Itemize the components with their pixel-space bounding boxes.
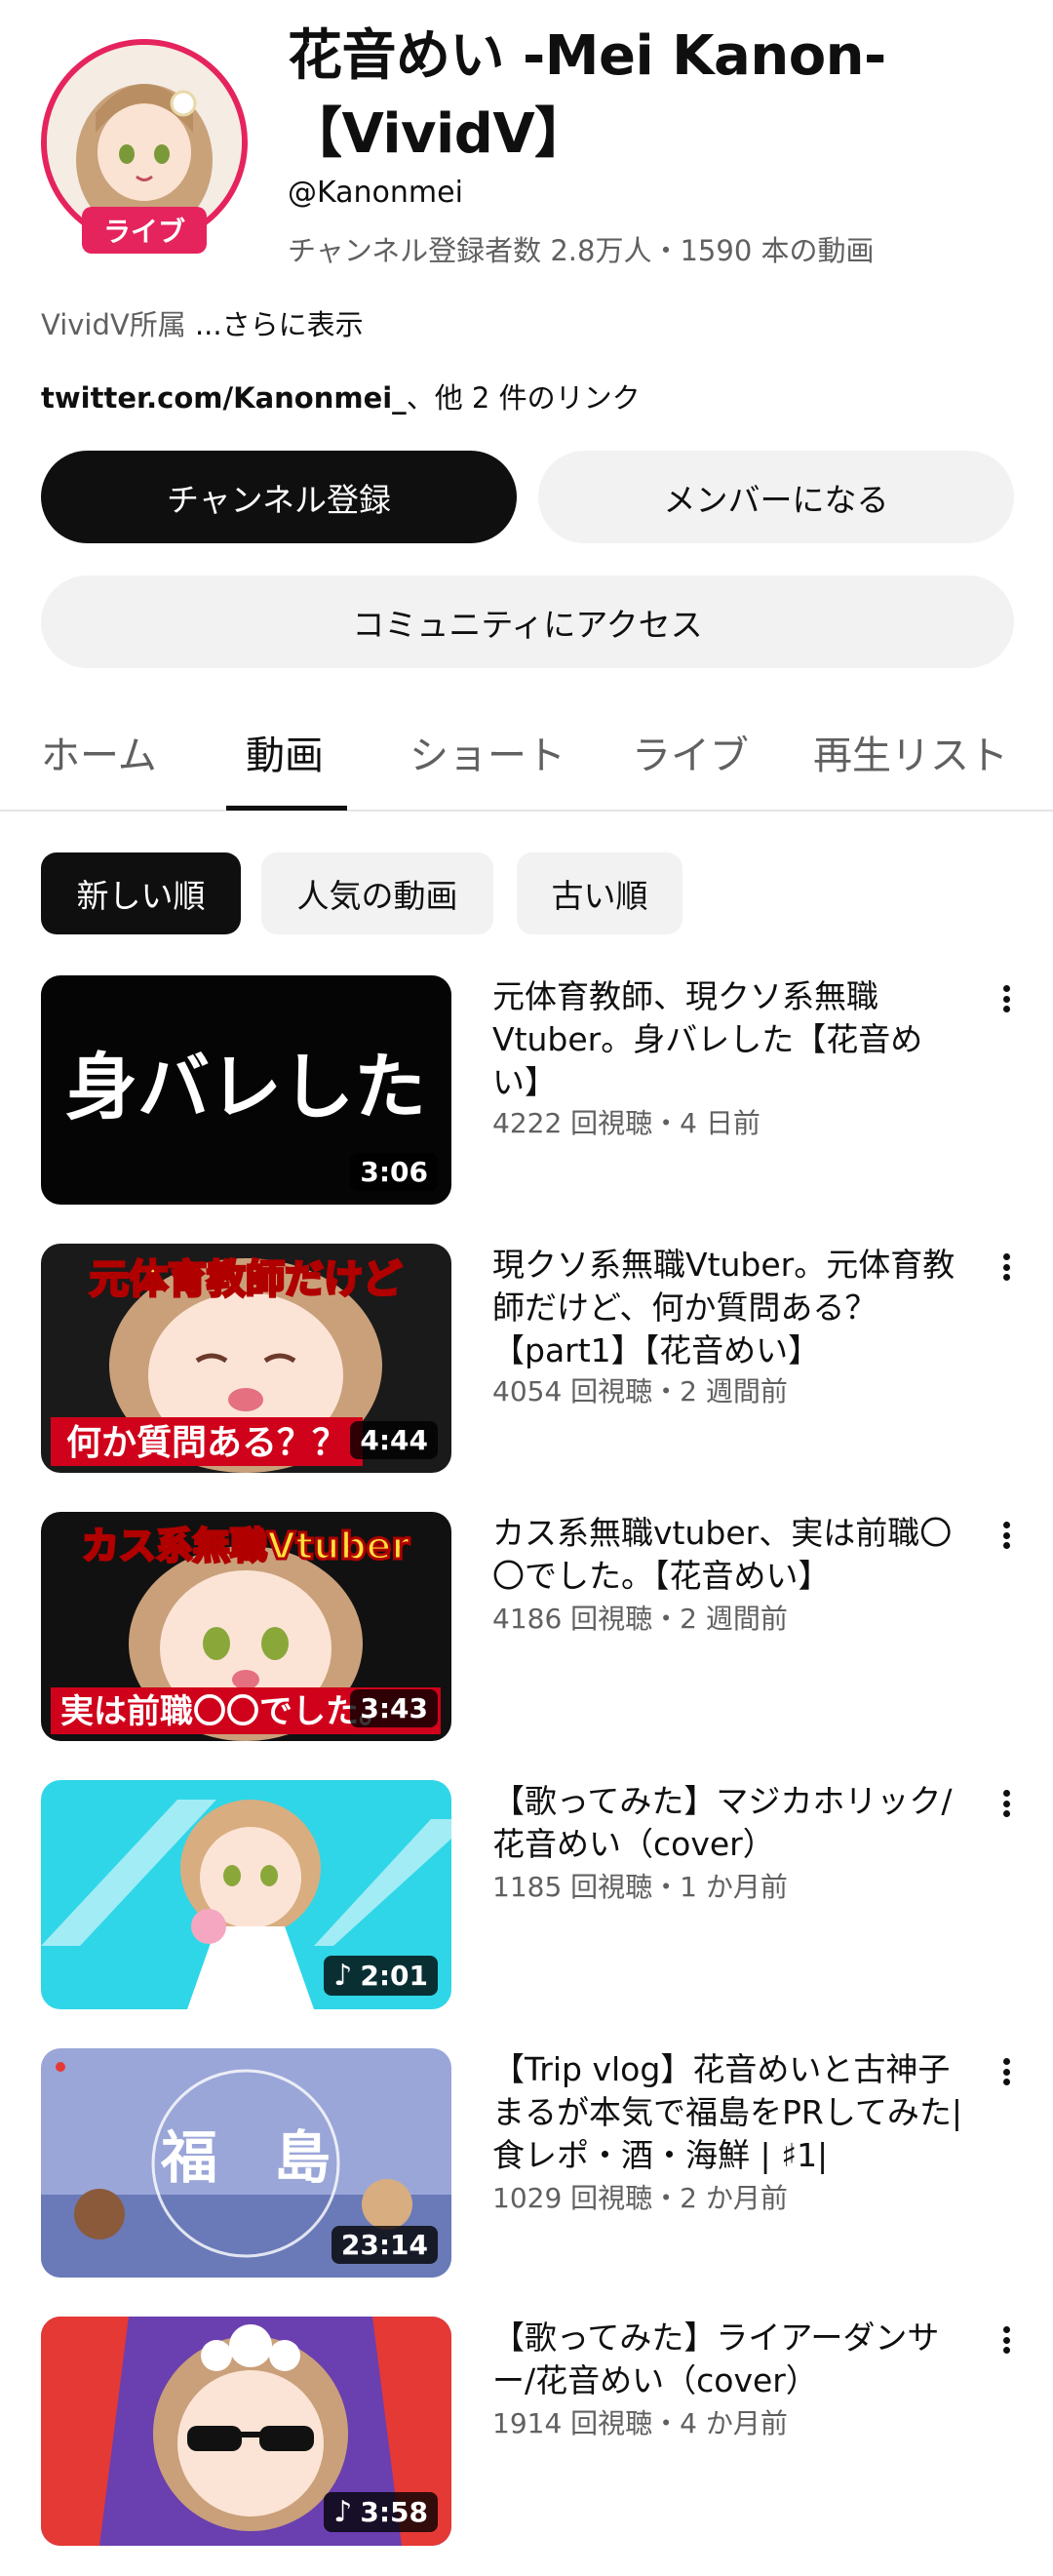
other-links-count[interactable]: 、他 2 件のリンク	[407, 381, 641, 415]
channel-handle: @Kanonmei	[288, 176, 463, 210]
live-badge[interactable]: ライブ	[81, 207, 208, 254]
tab-shorts[interactable]: ショート	[410, 724, 566, 780]
video-item[interactable]: ♪ 2:01 【歌ってみた】マジカホリック/花音めい（cover） 1185 回視…	[41, 1780, 1016, 2009]
more-vert-icon[interactable]	[992, 1516, 1021, 1555]
show-more-link[interactable]: ...さらに表示	[186, 308, 364, 341]
video-item[interactable]: 元体育教師だけど 何か質問ある？？ 4:44 現クソ系無職Vtuber。元体育教…	[41, 1244, 1016, 1473]
duration-text: 3:43	[360, 1692, 428, 1724]
twitter-link[interactable]: twitter.com/Kanonmei_	[41, 381, 407, 415]
video-thumbnail[interactable]: ♪ 3:58	[41, 2317, 451, 2546]
thumbnail-text-bottom: 何か質問ある？？	[66, 1423, 347, 1463]
more-vert-icon[interactable]	[992, 2052, 1021, 2091]
video-thumbnail[interactable]: 福 島 23:14	[41, 2048, 451, 2278]
channel-links[interactable]: twitter.com/Kanonmei_、他 2 件のリンク	[41, 376, 641, 416]
video-meta: 1914 回視聴・4 か月前	[492, 2407, 788, 2439]
video-thumbnail[interactable]: カス系無職Vtuber 実は前職〇〇でした。 3:43	[41, 1512, 451, 1741]
thumbnail-text-bottom: 実は前職〇〇でした。	[60, 1692, 392, 1731]
more-vert-icon[interactable]	[992, 979, 1021, 1018]
thumbnail-text: 身バレした	[65, 1046, 426, 1129]
duration-text: 3:06	[360, 1156, 428, 1188]
channel-avatar[interactable]: ライブ	[41, 39, 248, 254]
subscribe-button[interactable]: チャンネル登録	[41, 451, 517, 543]
video-item[interactable]: 身バレした 3:06 元体育教師、現クソ系無職Vtuber。身バレした【花音めい…	[41, 975, 1016, 1205]
duration-text: 2:01	[360, 1960, 428, 1992]
duration-badge: ♪ 2:01	[324, 1956, 438, 1996]
tab-live[interactable]: ライブ	[632, 724, 749, 780]
video-title[interactable]: 元体育教師、現クソ系無職Vtuber。身バレした【花音めい】	[492, 975, 970, 1104]
more-vert-icon[interactable]	[992, 1248, 1021, 1287]
description-text: VividV所属	[41, 308, 186, 341]
video-meta: 4222 回視聴・4 日前	[492, 1107, 760, 1139]
video-meta: 4186 回視聴・2 週間前	[492, 1603, 788, 1635]
sort-chip-popular[interactable]: 人気の動画	[261, 852, 493, 934]
music-note-icon: ♪	[333, 2495, 353, 2529]
channel-description[interactable]: VividV所属 ...さらに表示	[41, 302, 364, 343]
active-tab-indicator	[226, 806, 347, 811]
duration-text: 4:44	[360, 1424, 428, 1456]
duration-badge: 3:43	[350, 1689, 438, 1727]
duration-badge: 23:14	[331, 2226, 438, 2264]
video-item[interactable]: 福 島 23:14 【Trip vlog】花音めいと古神子まるが本気で福島をPR…	[41, 2048, 1016, 2278]
video-item[interactable]: カス系無職Vtuber 実は前職〇〇でした。 3:43 カス系無職vtuber、…	[41, 1512, 1016, 1741]
video-title[interactable]: 【Trip vlog】花音めいと古神子まるが本気で福島をPRしてみた|食レポ・酒…	[492, 2048, 970, 2177]
channel-title: 花音めい -Mei Kanon-【VividV】	[288, 24, 886, 166]
channel-tabs: ホーム 動画 ショート ライブ 再生リスト	[0, 704, 1053, 812]
thumbnail-text: 福 島	[160, 2124, 331, 2191]
video-meta: 4054 回視聴・2 週間前	[492, 1375, 788, 1407]
thumbnail-text-top: カス系無職Vtuber	[82, 1525, 410, 1567]
tab-home[interactable]: ホーム	[41, 724, 157, 780]
video-meta: 1029 回視聴・2 か月前	[492, 2182, 788, 2214]
more-vert-icon[interactable]	[992, 2320, 1021, 2359]
music-note-icon: ♪	[333, 1959, 353, 1993]
video-meta: 1185 回視聴・1 か月前	[492, 1871, 788, 1903]
video-title[interactable]: 【歌ってみた】マジカホリック/花音めい（cover）	[492, 1780, 970, 1866]
sort-chip-oldest[interactable]: 古い順	[517, 852, 682, 934]
join-membership-button[interactable]: メンバーになる	[538, 451, 1014, 543]
channel-stats: チャンネル登録者数 2.8万人・1590 本の動画	[288, 234, 875, 267]
video-thumbnail[interactable]: 身バレした 3:06	[41, 975, 451, 1205]
duration-badge: 3:06	[350, 1153, 438, 1191]
tab-playlists[interactable]: 再生リスト	[813, 724, 1008, 780]
video-title[interactable]: 現クソ系無職Vtuber。元体育教師だけど、何か質問ある？【part1】【花音め…	[492, 1244, 970, 1372]
sort-chip-newest[interactable]: 新しい順	[41, 852, 241, 934]
video-item[interactable]: ♪ 3:58 【歌ってみた】ライアーダンサー/花音めい（cover） 1914 回…	[41, 2317, 1016, 2546]
video-thumbnail[interactable]: ♪ 2:01	[41, 1780, 451, 2009]
duration-text: 3:58	[360, 2496, 428, 2528]
tab-videos[interactable]: 動画	[246, 724, 324, 780]
video-title[interactable]: 【歌ってみた】ライアーダンサー/花音めい（cover）	[492, 2317, 970, 2402]
community-button[interactable]: コミュニティにアクセス	[41, 575, 1014, 668]
duration-badge: 4:44	[350, 1421, 438, 1459]
duration-text: 23:14	[340, 2229, 428, 2261]
duration-badge: ♪ 3:58	[324, 2492, 438, 2532]
thumbnail-text-top: 元体育教師だけど	[90, 1257, 402, 1302]
more-vert-icon[interactable]	[992, 1784, 1021, 1823]
video-thumbnail[interactable]: 元体育教師だけど 何か質問ある？？ 4:44	[41, 1244, 451, 1473]
video-title[interactable]: カス系無職vtuber、実は前職〇〇でした。【花音めい】	[492, 1512, 970, 1598]
